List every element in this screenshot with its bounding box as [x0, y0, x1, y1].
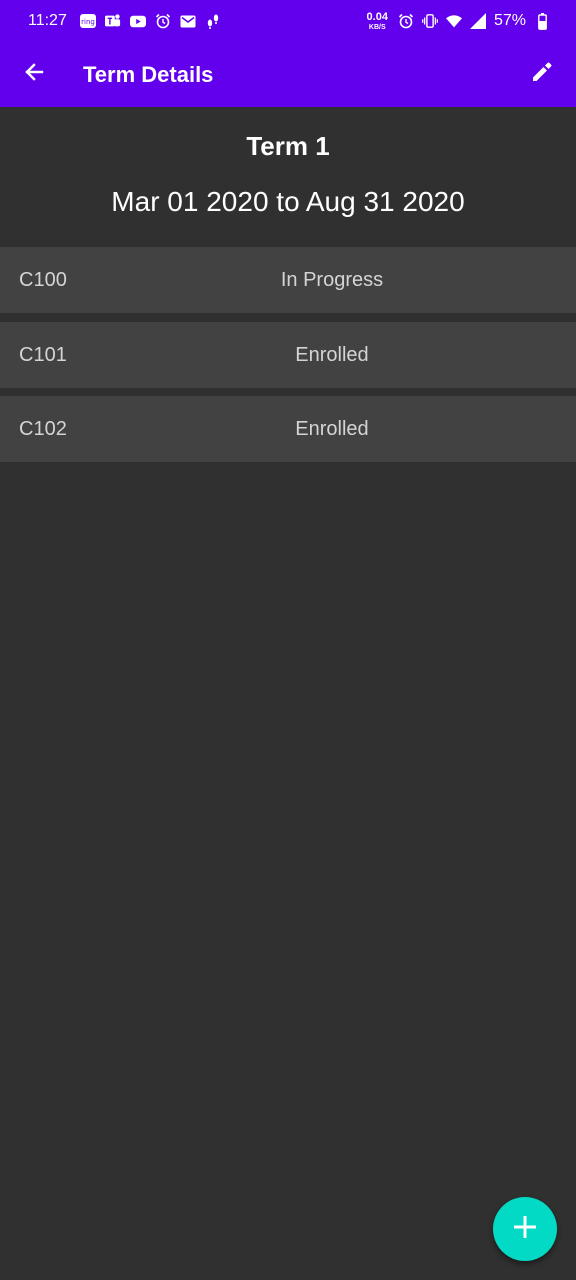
course-code: C102 [19, 418, 67, 440]
gmail-icon [180, 13, 196, 29]
app-bar: Term Details [0, 42, 576, 107]
arrow-back-icon [24, 62, 44, 87]
network-speed: 0.04 KB/S [366, 10, 388, 31]
course-status: Enrolled [295, 418, 369, 440]
course-row[interactable]: C102 Enrolled [0, 396, 576, 462]
course-row[interactable]: C101 Enrolled [0, 322, 576, 388]
youtube-icon [129, 13, 146, 29]
add-course-button[interactable] [493, 1197, 557, 1261]
teams-icon [104, 13, 121, 29]
page-title: Term Details [83, 62, 214, 87]
battery-percent: 57% [493, 12, 526, 29]
alarm-icon [155, 13, 171, 29]
wifi-icon [445, 13, 462, 29]
back-button[interactable] [12, 52, 56, 96]
plus-icon [512, 1214, 538, 1245]
alarm-icon [398, 13, 414, 29]
term-dates: Mar 01 2020 to Aug 31 2020 [111, 186, 465, 217]
status-bar: 11:27 ring 0.04 KB/S 57% [0, 0, 576, 42]
course-status: In Progress [280, 269, 384, 291]
battery-icon [534, 12, 550, 30]
vibrate-icon [422, 13, 438, 29]
edit-button[interactable] [520, 52, 564, 96]
footsteps-icon [205, 13, 221, 29]
course-code: C101 [19, 344, 67, 366]
course-status: Enrolled [295, 344, 369, 366]
course-code: C100 [19, 269, 67, 291]
term-title: Term 1 [246, 131, 330, 161]
status-time: 11:27 [28, 12, 67, 29]
ring-icon: ring [79, 13, 96, 29]
course-row[interactable]: C100 In Progress [0, 247, 576, 313]
signal-icon [469, 13, 486, 29]
svg-text:ring: ring [81, 18, 95, 26]
pencil-icon [531, 61, 553, 88]
